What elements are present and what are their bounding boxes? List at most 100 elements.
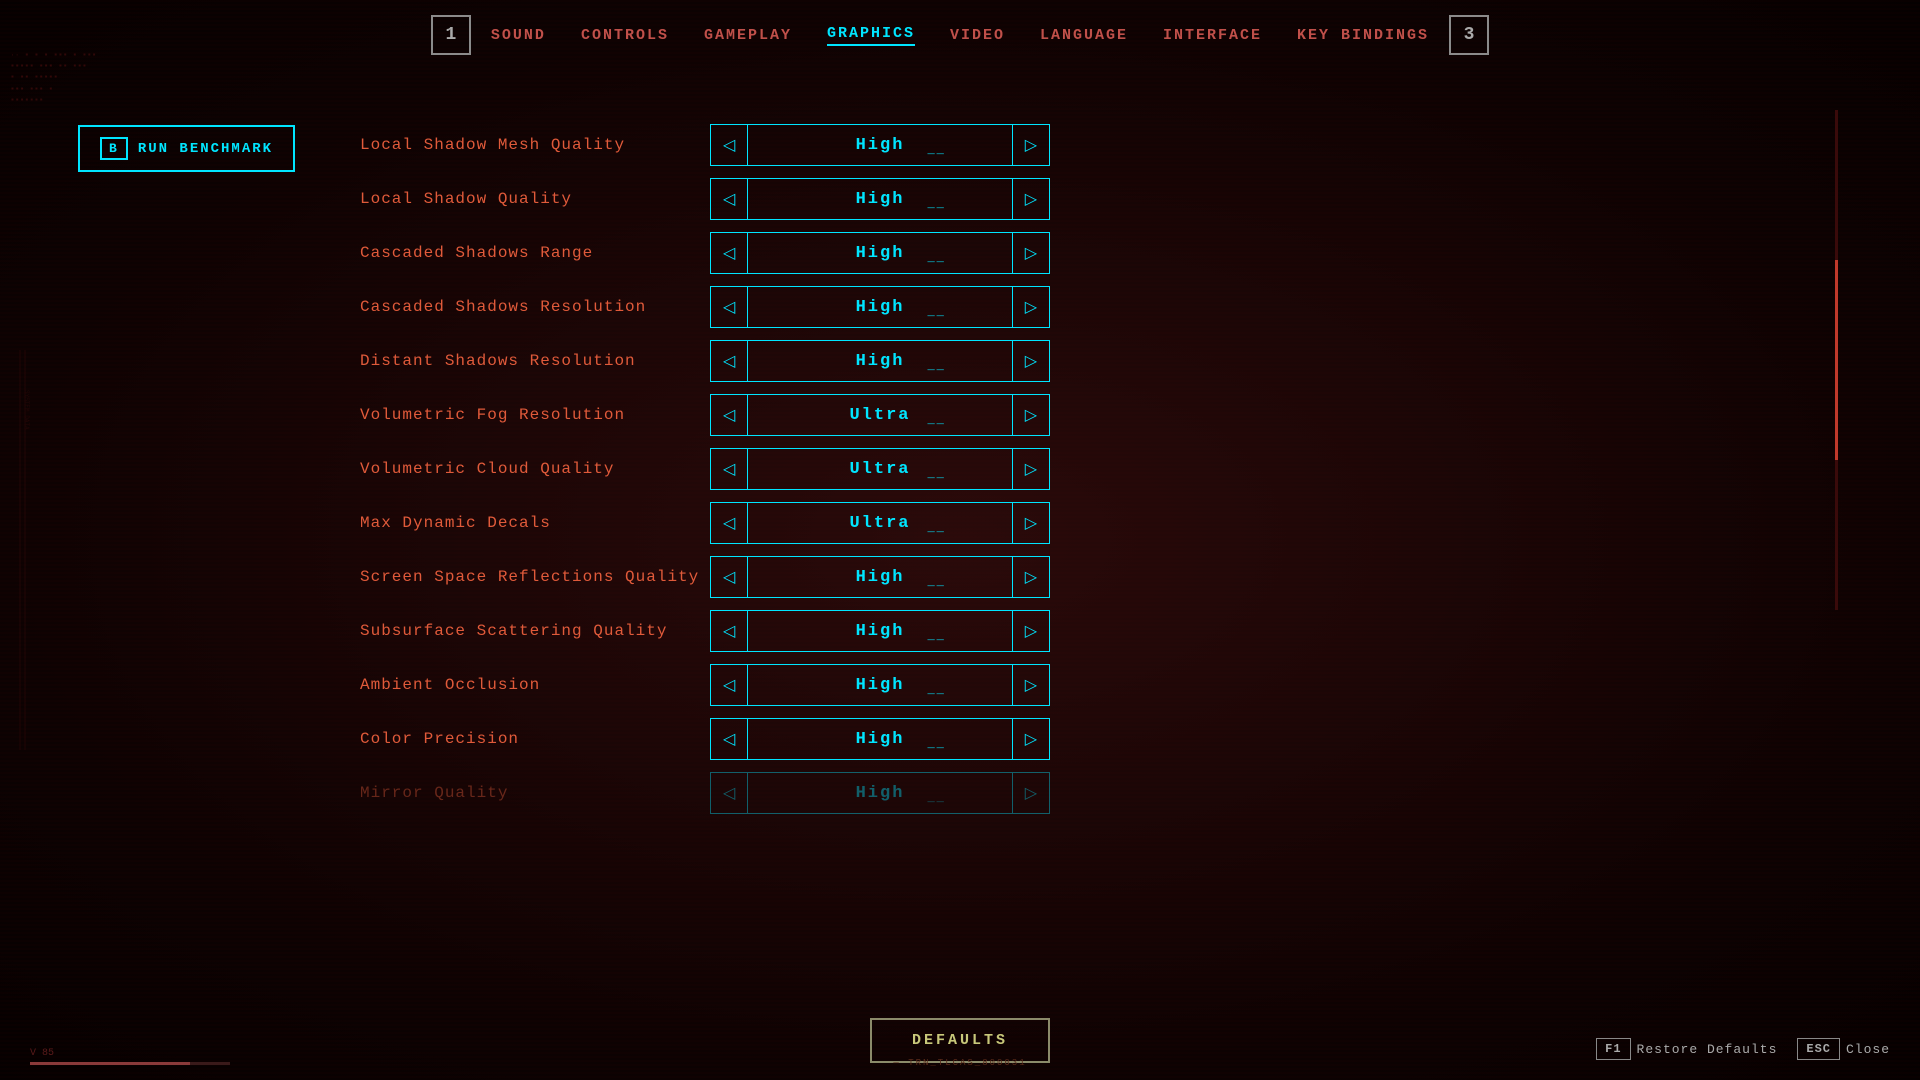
left-arrow-icon: ◁ xyxy=(723,405,735,425)
left-arrow-icon: ◁ xyxy=(723,729,735,749)
arrow-left-ambient-occlusion[interactable]: ◁ xyxy=(711,665,748,705)
arrow-right-ambient-occlusion[interactable]: ▷ xyxy=(1012,665,1049,705)
setting-control-distant-shadows-resolution: ◁ High ▷ xyxy=(710,340,1050,382)
setting-control-volumetric-fog-resolution: ◁ Ultra ▷ xyxy=(710,394,1050,436)
nav-item-sound[interactable]: SOUND xyxy=(491,27,546,44)
arrow-right-subsurface-scattering[interactable]: ▷ xyxy=(1012,611,1049,651)
arrow-left-subsurface-scattering[interactable]: ◁ xyxy=(711,611,748,651)
setting-label-distant-shadows-resolution: Distant Shadows Resolution xyxy=(360,352,710,370)
top-navigation: 1 SOUND CONTROLS GAMEPLAY GRAPHICS VIDEO… xyxy=(0,0,1920,70)
setting-control-local-shadow-mesh: ◁ High ▷ xyxy=(710,124,1050,166)
run-benchmark-button[interactable]: B RUN BENCHMARK xyxy=(78,125,295,172)
setting-control-max-dynamic-decals: ◁ Ultra ▷ xyxy=(710,502,1050,544)
setting-value-color-precision: High xyxy=(748,730,1011,749)
right-arrow-icon: ▷ xyxy=(1025,243,1037,263)
scrollbar-thumb[interactable] xyxy=(1835,260,1838,460)
right-arrow-icon: ▷ xyxy=(1025,567,1037,587)
right-arrow-icon: ▷ xyxy=(1025,513,1037,533)
arrow-right-cascaded-shadows-range[interactable]: ▷ xyxy=(1012,233,1049,273)
setting-row-screen-space-reflections: Screen Space Reflections Quality ◁ High … xyxy=(360,552,1820,602)
arrow-left-cascaded-shadows-range[interactable]: ◁ xyxy=(711,233,748,273)
bottom-center-info: — TRN_TLCAS_800031 xyxy=(893,1052,1026,1070)
arrow-right-mirror-quality[interactable]: ▷ xyxy=(1012,773,1049,813)
arrow-left-mirror-quality[interactable]: ◁ xyxy=(711,773,748,813)
left-arrow-icon: ◁ xyxy=(723,297,735,317)
arrow-left-local-shadow-mesh[interactable]: ◁ xyxy=(711,125,748,165)
setting-row-mirror-quality: Mirror Quality ◁ High ▷ xyxy=(360,768,1820,818)
arrow-left-color-precision[interactable]: ◁ xyxy=(711,719,748,759)
setting-control-subsurface-scattering: ◁ High ▷ xyxy=(710,610,1050,652)
arrow-right-screen-space-reflections[interactable]: ▷ xyxy=(1012,557,1049,597)
setting-row-cascaded-shadows-range: Cascaded Shadows Range ◁ High ▷ xyxy=(360,228,1820,278)
setting-label-mirror-quality: Mirror Quality xyxy=(360,784,710,802)
version-text: V 85 xyxy=(30,1048,230,1059)
arrow-left-volumetric-fog-resolution[interactable]: ◁ xyxy=(711,395,748,435)
setting-row-max-dynamic-decals: Max Dynamic Decals ◁ Ultra ▷ xyxy=(360,498,1820,548)
nav-item-video[interactable]: VIDEO xyxy=(950,27,1005,44)
setting-value-local-shadow-mesh: High xyxy=(748,136,1011,155)
close-action: ESC Close xyxy=(1797,1038,1890,1060)
setting-control-ambient-occlusion: ◁ High ▷ xyxy=(710,664,1050,706)
left-arrow-icon: ◁ xyxy=(723,243,735,263)
arrow-right-volumetric-cloud-quality[interactable]: ▷ xyxy=(1012,449,1049,489)
arrow-right-distant-shadows-resolution[interactable]: ▷ xyxy=(1012,341,1049,381)
setting-label-cascaded-shadows-resolution: Cascaded Shadows Resolution xyxy=(360,298,710,316)
setting-value-ambient-occlusion: High xyxy=(748,676,1011,695)
arrow-right-color-precision[interactable]: ▷ xyxy=(1012,719,1049,759)
nav-item-gameplay[interactable]: GAMEPLAY xyxy=(704,27,792,44)
scrollbar[interactable] xyxy=(1832,110,1840,610)
arrow-left-cascaded-shadows-resolution[interactable]: ◁ xyxy=(711,287,748,327)
right-arrow-icon: ▷ xyxy=(1025,351,1037,371)
nav-item-controls[interactable]: CONTROLS xyxy=(581,27,669,44)
restore-defaults-action: F1 Restore Defaults xyxy=(1596,1038,1777,1060)
arrow-left-distant-shadows-resolution[interactable]: ◁ xyxy=(711,341,748,381)
setting-label-volumetric-fog-resolution: Volumetric Fog Resolution xyxy=(360,406,710,424)
setting-value-max-dynamic-decals: Ultra xyxy=(748,514,1011,533)
setting-label-local-shadow-quality: Local Shadow Quality xyxy=(360,190,710,208)
nav-item-graphics[interactable]: GRAPHICS xyxy=(827,25,915,46)
nav-item-interface[interactable]: INTERFACE xyxy=(1163,27,1262,44)
restore-defaults-label: Restore Defaults xyxy=(1637,1042,1778,1057)
setting-value-screen-space-reflections: High xyxy=(748,568,1011,587)
right-arrow-icon: ▷ xyxy=(1025,729,1037,749)
setting-row-subsurface-scattering: Subsurface Scattering Quality ◁ High ▷ xyxy=(360,606,1820,656)
scrollbar-track xyxy=(1835,110,1838,610)
benchmark-section: B RUN BENCHMARK xyxy=(78,125,295,172)
arrow-right-volumetric-fog-resolution[interactable]: ▷ xyxy=(1012,395,1049,435)
arrow-left-max-dynamic-decals[interactable]: ◁ xyxy=(711,503,748,543)
right-arrow-icon: ▷ xyxy=(1025,621,1037,641)
right-arrow-icon: ▷ xyxy=(1025,405,1037,425)
left-arrow-icon: ◁ xyxy=(723,135,735,155)
setting-control-screen-space-reflections: ◁ High ▷ xyxy=(710,556,1050,598)
left-arrow-icon: ◁ xyxy=(723,567,735,587)
arrow-right-cascaded-shadows-resolution[interactable]: ▷ xyxy=(1012,287,1049,327)
left-arrow-icon: ◁ xyxy=(723,459,735,479)
setting-control-color-precision: ◁ High ▷ xyxy=(710,718,1050,760)
version-bar xyxy=(30,1062,230,1065)
bottom-right-controls: F1 Restore Defaults ESC Close xyxy=(1596,1038,1890,1060)
arrow-right-local-shadow-quality[interactable]: ▷ xyxy=(1012,179,1049,219)
setting-value-cascaded-shadows-range: High xyxy=(748,244,1011,263)
right-arrow-icon: ▷ xyxy=(1025,783,1037,803)
setting-row-distant-shadows-resolution: Distant Shadows Resolution ◁ High ▷ xyxy=(360,336,1820,386)
arrow-left-local-shadow-quality[interactable]: ◁ xyxy=(711,179,748,219)
setting-value-volumetric-cloud-quality: Ultra xyxy=(748,460,1011,479)
setting-control-volumetric-cloud-quality: ◁ Ultra ▷ xyxy=(710,448,1050,490)
arrow-right-max-dynamic-decals[interactable]: ▷ xyxy=(1012,503,1049,543)
left-arrow-icon: ◁ xyxy=(723,675,735,695)
left-arrow-icon: ◁ xyxy=(723,783,735,803)
setting-control-local-shadow-quality: ◁ High ▷ xyxy=(710,178,1050,220)
version-bar-fill xyxy=(30,1062,190,1065)
right-arrow-icon: ▷ xyxy=(1025,135,1037,155)
nav-item-language[interactable]: LANGUAGE xyxy=(1040,27,1128,44)
setting-row-color-precision: Color Precision ◁ High ▷ xyxy=(360,714,1820,764)
setting-row-local-shadow-quality: Local Shadow Quality ◁ High ▷ xyxy=(360,174,1820,224)
arrow-left-volumetric-cloud-quality[interactable]: ◁ xyxy=(711,449,748,489)
setting-label-cascaded-shadows-range: Cascaded Shadows Range xyxy=(360,244,710,262)
left-side-decoration: SYSTEM DATA xyxy=(15,350,35,750)
arrow-left-screen-space-reflections[interactable]: ◁ xyxy=(711,557,748,597)
nav-bracket-left: 1 xyxy=(431,15,471,55)
setting-value-local-shadow-quality: High xyxy=(748,190,1011,209)
arrow-right-local-shadow-mesh[interactable]: ▷ xyxy=(1012,125,1049,165)
nav-item-keybindings[interactable]: KEY BINDINGS xyxy=(1297,27,1429,44)
